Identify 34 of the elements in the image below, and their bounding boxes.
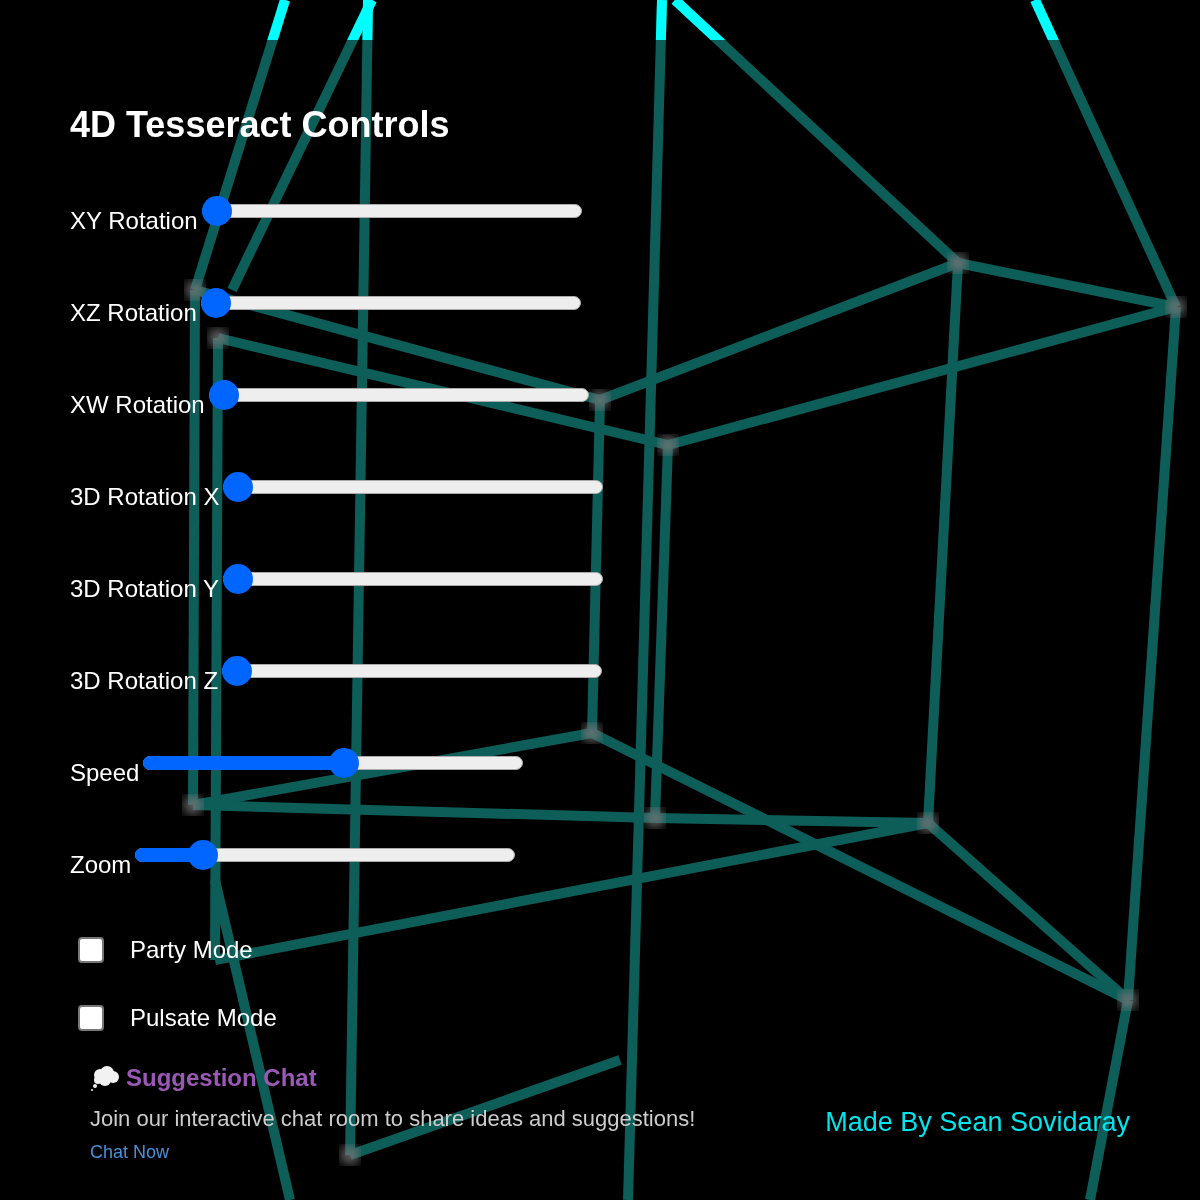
slider-label: 3D Rotation Z	[70, 666, 219, 696]
slider-label: Zoom	[70, 850, 132, 880]
credit-text: Made By Sean Sovidaray	[825, 1105, 1130, 1139]
slider-label: XW Rotation	[70, 390, 205, 420]
slider[interactable]	[222, 656, 603, 686]
slider-label: XY Rotation	[70, 206, 198, 236]
slider-thumb[interactable]	[208, 380, 239, 410]
thought-bubble-icon	[90, 1065, 120, 1091]
slider-thumb[interactable]	[200, 288, 231, 318]
slider-label: 3D Rotation X	[70, 482, 220, 512]
slider[interactable]	[208, 380, 589, 410]
slider[interactable]	[223, 472, 604, 502]
chat-link[interactable]: Chat Now	[90, 1139, 170, 1166]
slider[interactable]	[200, 288, 581, 318]
slider-thumb[interactable]	[187, 840, 218, 870]
slider-thumb[interactable]	[222, 656, 253, 686]
slider-thumb[interactable]	[201, 196, 232, 226]
checkbox[interactable]	[78, 937, 104, 963]
section-title: Suggestion Chat	[126, 1063, 317, 1093]
panel-title: 4D Tesseract Controls	[70, 103, 451, 147]
slider[interactable]	[143, 748, 524, 778]
description-text: Join our interactive chat room to share ideas and suggestions!	[90, 1105, 696, 1133]
slider-label: XZ Rotation	[70, 298, 197, 328]
slider-thumb[interactable]	[223, 564, 253, 594]
checkbox[interactable]	[78, 1005, 104, 1031]
slider-thumb[interactable]	[328, 748, 359, 778]
slider[interactable]	[201, 196, 582, 226]
slider-label: Speed	[70, 758, 140, 788]
checkbox-label: Pulsate Mode	[130, 1003, 277, 1033]
slider[interactable]	[223, 564, 603, 594]
slider-label: 3D Rotation Y	[70, 574, 219, 604]
slider-thumb[interactable]	[223, 472, 254, 502]
checkbox-label: Party Mode	[130, 935, 253, 965]
slider[interactable]	[135, 840, 516, 870]
